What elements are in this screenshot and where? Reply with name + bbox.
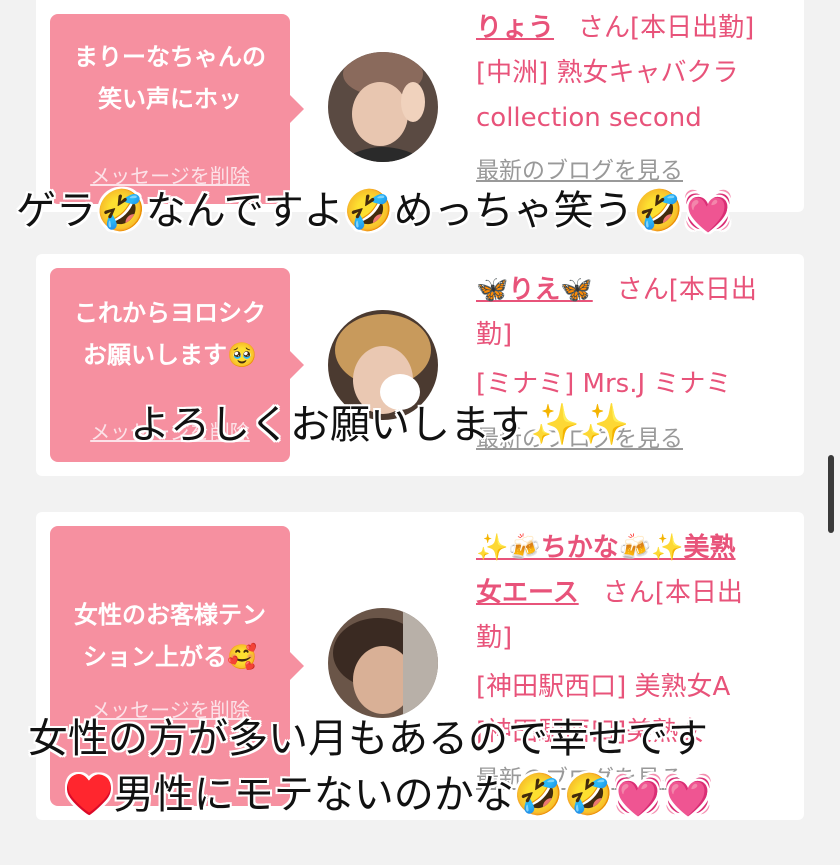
cast-name-link-cont[interactable]: 女エース [476,578,579,608]
caption-1: ゲラ🤣なんですよ🤣めっちゃ笑う🤣💓 [16,188,734,234]
cast-status-cont: 勤] [476,320,513,350]
scrollbar[interactable] [828,455,834,533]
shop-line-1: [中洲] 熟女キャバクラ [476,58,739,88]
cast-status: さん[本日出勤] [578,13,755,43]
message-text: まりーなちゃんの 笑い声にホッ [74,43,266,113]
message-text: 女性のお客様テン ション上がる🥰 [74,601,266,671]
caption-3-line-2: ♥️男性にモテないのかな🤣🤣💓💓 [64,772,714,818]
cast-status-cont: 勤] [476,623,513,653]
cast-info: りょう さん[本日出勤] [中洲] 熟女キャバクラ collection seco… [476,6,796,185]
cast-name-link[interactable]: りょう [476,13,554,43]
shop-line-2: collection second [476,103,702,133]
cast-name-link[interactable]: ✨🍻ちかな🍻✨美熟 [476,533,736,563]
shop-line-1: [神田駅西口] 美熟女A [476,672,731,702]
caption-3-line-1: 女性の方が多い月もあるので幸せです [28,716,708,762]
message-bubble: まりーなちゃんの 笑い声にホッ メッセージを削除 [50,14,304,204]
message-text: これからヨロシク お願いします🥹 [74,299,266,369]
cast-name-link[interactable]: 🦋りえ🦋 [476,275,593,305]
avatar[interactable] [328,608,438,718]
cast-status: さん[本日出 [616,275,757,305]
avatar[interactable] [328,52,438,162]
cast-status: さん[本日出 [602,578,743,608]
caption-2: よろしくお願いします✨✨ [130,402,630,448]
